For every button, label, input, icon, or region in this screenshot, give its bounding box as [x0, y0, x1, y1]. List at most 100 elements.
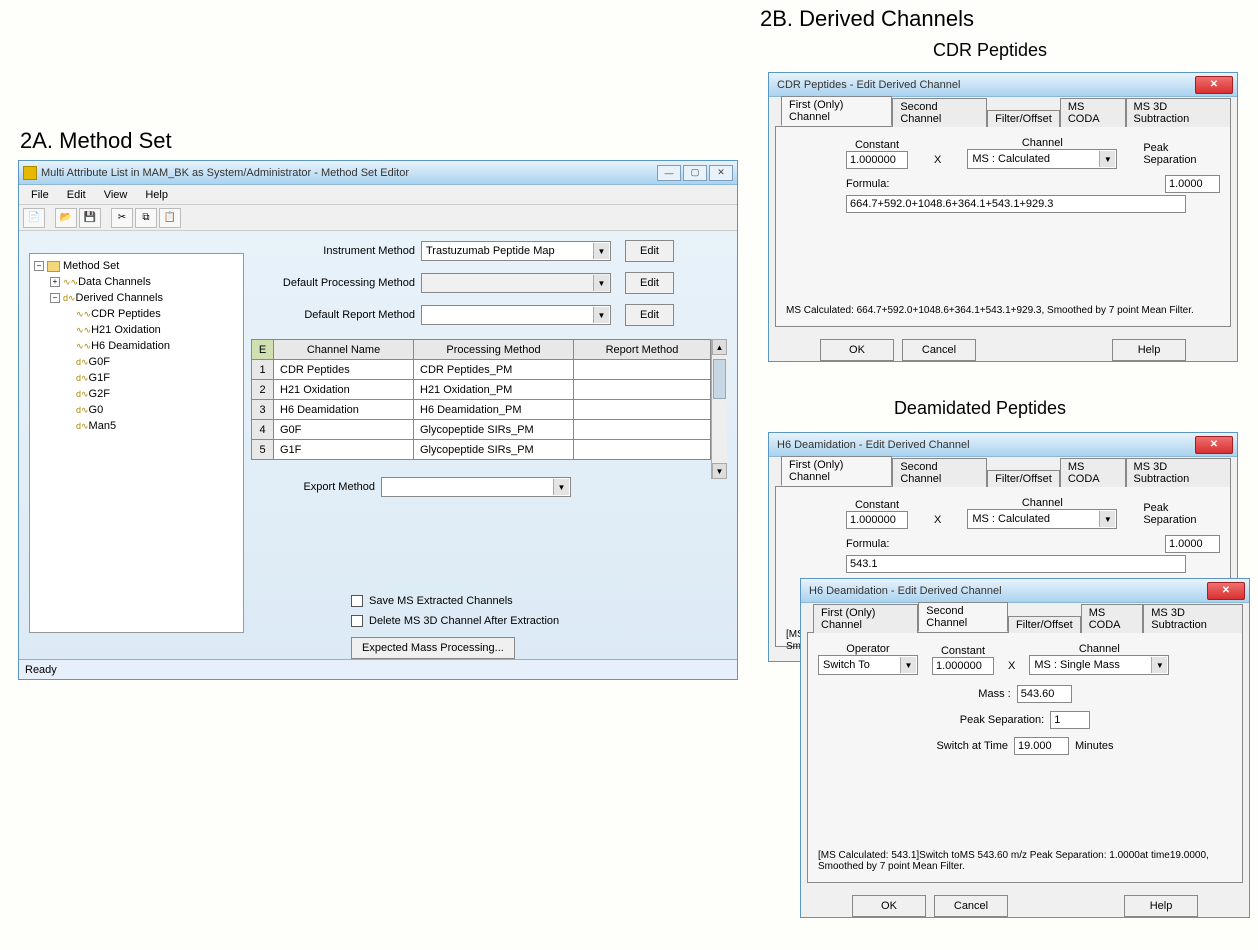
table-row[interactable]: 4G0FGlycopeptide SIRs_PM — [252, 420, 711, 440]
switch-time-input[interactable]: 19.000 — [1014, 737, 1069, 755]
cell[interactable] — [574, 420, 711, 440]
menu-edit[interactable]: Edit — [59, 187, 94, 203]
dropdown-arrow-icon[interactable]: ▼ — [900, 657, 916, 673]
close-button[interactable]: ✕ — [1195, 436, 1233, 454]
export-method-combo[interactable]: ▼ — [381, 477, 571, 497]
dropdown-arrow-icon[interactable]: ▼ — [593, 243, 609, 259]
edit-instrument-button[interactable]: Edit — [625, 240, 674, 262]
cell[interactable] — [574, 440, 711, 460]
table-row[interactable]: 2H21 OxidationH21 Oxidation_PM — [252, 380, 711, 400]
scroll-up-icon[interactable]: ▲ — [712, 339, 727, 355]
titlebar[interactable]: H6 Deamidation - Edit Derived Channel ✕ — [769, 433, 1237, 457]
toolbar-new-icon[interactable]: 📄 — [23, 208, 45, 228]
toolbar-copy-icon[interactable]: ⧉ — [135, 208, 157, 228]
report-method-combo[interactable]: ▼ — [421, 305, 611, 325]
peak-sep-input[interactable]: 1 — [1050, 711, 1090, 729]
tree-item[interactable]: ∿∿H6 Deamidation — [34, 338, 239, 354]
tab-ms-3d-subtraction[interactable]: MS 3D Subtraction — [1126, 98, 1231, 127]
constant-input[interactable]: 1.000000 — [846, 151, 908, 169]
cancel-button[interactable]: Cancel — [934, 895, 1008, 917]
table-scrollbar[interactable]: ▲ ▼ — [711, 339, 727, 479]
cell[interactable]: H21 Oxidation — [274, 380, 414, 400]
titlebar[interactable]: CDR Peptides - Edit Derived Channel ✕ — [769, 73, 1237, 97]
channel-combo[interactable]: MS : Single Mass▼ — [1029, 655, 1169, 675]
toolbar-paste-icon[interactable]: 📋 — [159, 208, 181, 228]
titlebar[interactable]: Multi Attribute List in MAM_BK as System… — [19, 161, 737, 185]
dropdown-arrow-icon[interactable]: ▼ — [1099, 151, 1115, 167]
maximize-button[interactable]: ▢ — [683, 165, 707, 181]
menu-file[interactable]: File — [23, 187, 57, 203]
tree-item[interactable]: d∿G1F — [34, 370, 239, 386]
tab-filter-offset[interactable]: Filter/Offset — [1008, 616, 1081, 633]
tab-first-channel[interactable]: First (Only) Channel — [781, 456, 892, 486]
checkbox-icon[interactable] — [351, 595, 363, 607]
scroll-thumb[interactable] — [713, 359, 726, 399]
col-processing-method[interactable]: Processing Method — [414, 340, 574, 360]
ok-button[interactable]: OK — [820, 339, 894, 361]
menu-help[interactable]: Help — [137, 187, 176, 203]
cell[interactable]: G0F — [274, 420, 414, 440]
formula-input[interactable]: 543.1 — [846, 555, 1186, 573]
peak-sep-input[interactable]: 1.0000 — [1165, 175, 1220, 193]
table-row[interactable]: 3H6 DeamidationH6 Deamidation_PM — [252, 400, 711, 420]
tab-first-channel[interactable]: First (Only) Channel — [813, 604, 918, 633]
toolbar-open-icon[interactable]: 📂 — [55, 208, 77, 228]
close-button[interactable]: ✕ — [1195, 76, 1233, 94]
checkbox-icon[interactable] — [351, 615, 363, 627]
processing-method-combo[interactable]: ▼ — [421, 273, 611, 293]
minimize-button[interactable]: — — [657, 165, 681, 181]
save-ms-checkbox-row[interactable]: Save MS Extracted Channels — [351, 591, 725, 611]
cell[interactable]: H6 Deamidation_PM — [414, 400, 574, 420]
help-button[interactable]: Help — [1124, 895, 1198, 917]
cell[interactable]: Glycopeptide SIRs_PM — [414, 420, 574, 440]
dropdown-arrow-icon[interactable]: ▼ — [553, 479, 569, 495]
formula-input[interactable]: 664.7+592.0+1048.6+364.1+543.1+929.3 — [846, 195, 1186, 213]
tab-second-channel[interactable]: Second Channel — [892, 98, 987, 127]
tab-ms-coda[interactable]: MS CODA — [1081, 604, 1144, 633]
toolbar-cut-icon[interactable]: ✂ — [111, 208, 133, 228]
tree-derived-channels[interactable]: −d∿Derived Channels — [34, 290, 239, 306]
tree-view[interactable]: −Method Set +∿∿Data Channels −d∿Derived … — [29, 253, 244, 633]
cell[interactable]: CDR Peptides_PM — [414, 360, 574, 380]
tree-item[interactable]: ∿∿CDR Peptides — [34, 306, 239, 322]
peak-sep-input[interactable]: 1.0000 — [1165, 535, 1220, 553]
dropdown-arrow-icon[interactable]: ▼ — [1099, 511, 1115, 527]
col-report-method[interactable]: Report Method — [574, 340, 711, 360]
tab-ms-3d-subtraction[interactable]: MS 3D Subtraction — [1143, 604, 1243, 633]
delete-ms-checkbox-row[interactable]: Delete MS 3D Channel After Extraction — [351, 611, 725, 631]
titlebar[interactable]: H6 Deamidation - Edit Derived Channel ✕ — [801, 579, 1249, 603]
dropdown-arrow-icon[interactable]: ▼ — [1151, 657, 1167, 673]
tree-item[interactable]: ∿∿H21 Oxidation — [34, 322, 239, 338]
constant-input[interactable]: 1.000000 — [932, 657, 994, 675]
tree-item[interactable]: d∿G2F — [34, 386, 239, 402]
operator-combo[interactable]: Switch To▼ — [818, 655, 918, 675]
cell[interactable] — [574, 380, 711, 400]
tab-first-channel[interactable]: First (Only) Channel — [781, 96, 892, 126]
cell[interactable]: G1F — [274, 440, 414, 460]
dropdown-arrow-icon[interactable]: ▼ — [593, 307, 609, 323]
table-row[interactable]: 5G1FGlycopeptide SIRs_PM — [252, 440, 711, 460]
cell[interactable] — [574, 360, 711, 380]
constant-input[interactable]: 1.000000 — [846, 511, 908, 529]
cell[interactable] — [574, 400, 711, 420]
col-channel-name[interactable]: Channel Name — [274, 340, 414, 360]
close-button[interactable]: ✕ — [709, 165, 733, 181]
channel-combo[interactable]: MS : Calculated▼ — [967, 509, 1117, 529]
ok-button[interactable]: OK — [852, 895, 926, 917]
expected-mass-button[interactable]: Expected Mass Processing... — [351, 637, 515, 659]
tree-root[interactable]: −Method Set — [34, 258, 239, 274]
close-button[interactable]: ✕ — [1207, 582, 1245, 600]
tab-second-channel[interactable]: Second Channel — [918, 602, 1008, 632]
mass-input[interactable]: 543.60 — [1017, 685, 1072, 703]
instrument-method-combo[interactable]: Trastuzumab Peptide Map▼ — [421, 241, 611, 261]
menu-view[interactable]: View — [96, 187, 136, 203]
channel-combo[interactable]: MS : Calculated▼ — [967, 149, 1117, 169]
tree-item[interactable]: d∿G0 — [34, 402, 239, 418]
tab-ms-coda[interactable]: MS CODA — [1060, 98, 1126, 127]
tab-ms-coda[interactable]: MS CODA — [1060, 458, 1126, 487]
channel-table[interactable]: E Channel Name Processing Method Report … — [251, 339, 711, 460]
cell[interactable]: H6 Deamidation — [274, 400, 414, 420]
tree-item[interactable]: d∿Man5 — [34, 418, 239, 434]
cell[interactable]: H21 Oxidation_PM — [414, 380, 574, 400]
cancel-button[interactable]: Cancel — [902, 339, 976, 361]
